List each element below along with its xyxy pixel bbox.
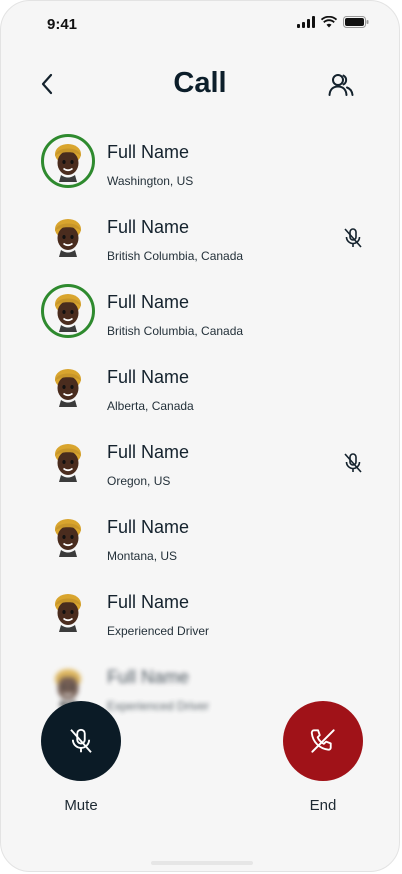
avatar-icon bbox=[55, 594, 81, 632]
mute-button[interactable] bbox=[41, 701, 121, 781]
participant-location: British Columbia, Canada bbox=[107, 249, 244, 263]
participant-location: Washington, US bbox=[107, 174, 194, 188]
participant-row[interactable]: Full Name Washington, US bbox=[1, 131, 399, 206]
participant-name: Full Name bbox=[107, 517, 190, 537]
avatar bbox=[41, 584, 95, 638]
participant-name: Full Name bbox=[107, 592, 190, 612]
avatar-icon bbox=[55, 219, 81, 257]
muted-mic-icon bbox=[344, 453, 362, 473]
participant-name: Full Name bbox=[107, 142, 190, 162]
home-indicator[interactable] bbox=[151, 861, 253, 865]
participant-location: Experienced Driver bbox=[107, 699, 210, 713]
avatar-icon bbox=[55, 444, 81, 482]
avatar bbox=[41, 509, 95, 563]
participant-location: Montana, US bbox=[107, 549, 178, 563]
wifi-icon bbox=[321, 16, 337, 28]
participant-location: Oregon, US bbox=[107, 474, 171, 488]
avatar-icon bbox=[55, 369, 81, 407]
avatar-icon bbox=[55, 294, 81, 332]
participant-name: Full Name bbox=[107, 367, 190, 387]
avatar bbox=[41, 359, 95, 413]
participant-row[interactable]: Full Name British Columbia, Canada bbox=[1, 281, 399, 356]
status-bar: 9:41 bbox=[1, 1, 399, 49]
participant-name: Full Name bbox=[107, 217, 190, 237]
participant-row[interactable]: Full Name Experienced Driver bbox=[1, 581, 399, 656]
participant-row[interactable]: Full Name Oregon, US bbox=[1, 431, 399, 506]
participant-location: British Columbia, Canada bbox=[107, 324, 244, 338]
participant-row[interactable]: Full Name Alberta, Canada bbox=[1, 356, 399, 431]
battery-icon bbox=[343, 16, 369, 28]
end-label: End bbox=[309, 797, 337, 814]
avatar-icon bbox=[55, 519, 81, 557]
avatar-speaking bbox=[41, 284, 95, 338]
participant-list: Full Name Washington, US Full Name Briti… bbox=[1, 131, 399, 731]
participant-location: Experienced Driver bbox=[107, 624, 210, 638]
signal-icon bbox=[297, 16, 315, 28]
status-time: 9:41 bbox=[47, 16, 78, 33]
muted-mic-icon bbox=[344, 228, 362, 248]
avatar bbox=[41, 209, 95, 263]
mute-label: Mute bbox=[64, 797, 98, 814]
phone-screen: 9:41 Call Full Name Washington, US Full … bbox=[0, 0, 400, 872]
status-icons bbox=[297, 16, 369, 28]
participant-row[interactable]: Full Name Montana, US bbox=[1, 506, 399, 581]
participant-name: Full Name bbox=[107, 292, 190, 312]
muted-mic-icon bbox=[70, 728, 92, 753]
end-call-button[interactable] bbox=[283, 701, 363, 781]
participants-icon bbox=[328, 74, 354, 96]
participant-row[interactable]: Full Name British Columbia, Canada bbox=[1, 206, 399, 281]
end-call-icon bbox=[310, 729, 335, 753]
header: Call bbox=[1, 61, 399, 107]
avatar bbox=[41, 434, 95, 488]
participants-button[interactable] bbox=[327, 71, 355, 99]
participant-name: Full Name bbox=[107, 442, 190, 462]
participant-location: Alberta, Canada bbox=[107, 399, 194, 413]
avatar-icon bbox=[55, 144, 81, 182]
participant-name: Full Name bbox=[107, 667, 190, 687]
avatar-speaking bbox=[41, 134, 95, 188]
